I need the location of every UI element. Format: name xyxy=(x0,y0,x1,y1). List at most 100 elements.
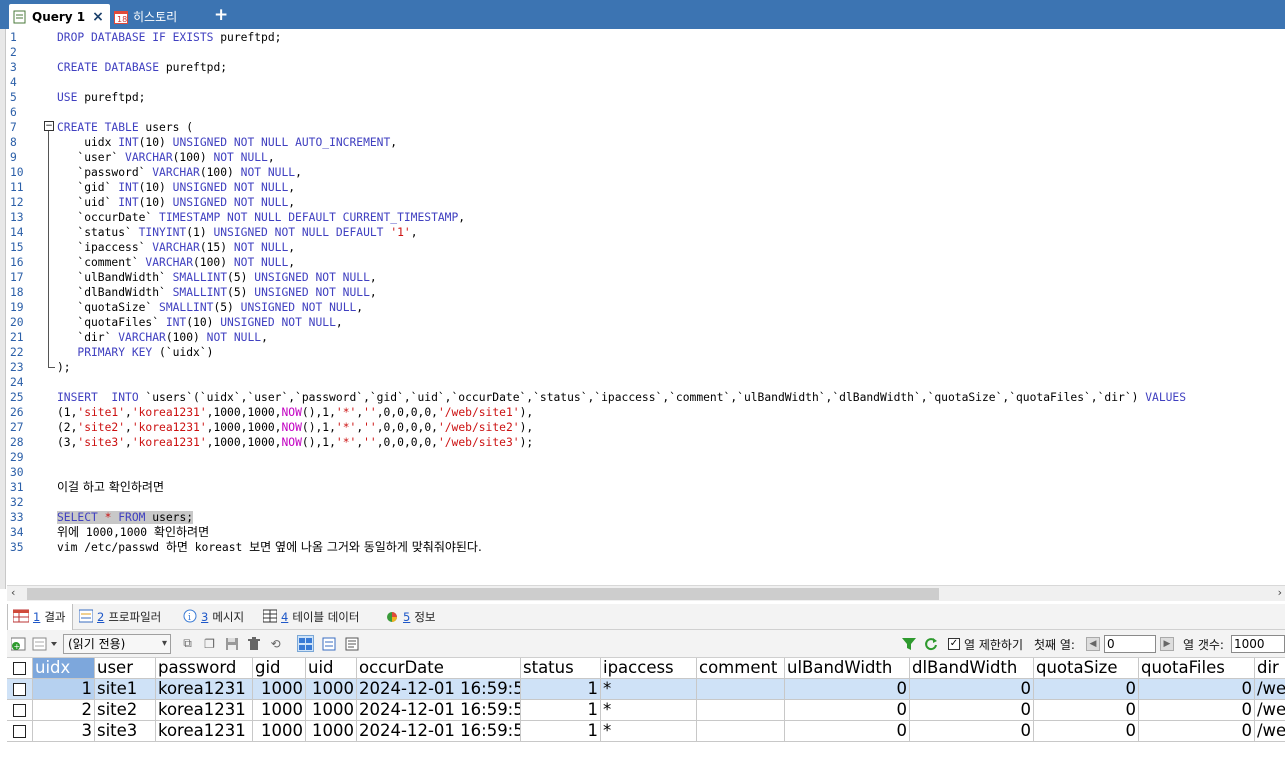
column-header-quotafiles[interactable]: quotaFiles xyxy=(1139,658,1255,679)
tab-info[interactable]: 5 정보 xyxy=(385,604,436,630)
tab-history[interactable]: 18 히스토리 xyxy=(112,4,202,29)
cell-uidx[interactable]: 3 xyxy=(33,721,95,742)
cell-status[interactable]: 1 xyxy=(521,679,601,700)
code-line[interactable]: 1 DROP DATABASE IF EXISTS pureftpd; xyxy=(7,30,1277,45)
cell-occurdate[interactable]: 2024-12-01 16:59:5 xyxy=(357,721,521,742)
cell-password[interactable]: korea1231 xyxy=(156,679,253,700)
column-header-dir[interactable]: dir xyxy=(1255,658,1285,679)
delete-icon[interactable] xyxy=(245,635,262,652)
code-line[interactable]: 26 (1,'site1','korea1231',1000,1000,NOW()… xyxy=(7,405,1277,420)
tab-messages[interactable]: i 3 메시지 xyxy=(183,604,244,630)
code-line[interactable]: 27 (2,'site2','korea1231',1000,1000,NOW()… xyxy=(7,420,1277,435)
scrollbar-thumb[interactable] xyxy=(27,588,939,600)
tab-query-1[interactable]: Query 1 × xyxy=(9,4,110,29)
code-line[interactable]: 13 `occurDate` TIMESTAMP NOT NULL DEFAUL… xyxy=(7,210,1277,225)
code-line[interactable]: 32 xyxy=(7,495,1277,510)
result-grid[interactable]: uidx user password gid uid occurDate status ipa… xyxy=(7,658,1285,781)
cell-password[interactable]: korea1231 xyxy=(156,700,253,721)
duplicate-row-icon[interactable]: ⧉ xyxy=(179,635,196,652)
cell-quotafiles[interactable]: 0 xyxy=(1139,721,1255,742)
table-row[interactable]: 2 site2 korea1231 1000 1000 2024-12-01 16:59:… xyxy=(7,700,1285,721)
sql-editor[interactable]: − 1 DROP DATABASE IF EXISTS pureftpd; 2 3 CR… xyxy=(7,29,1285,585)
cell-dlbandwidth[interactable]: 0 xyxy=(910,721,1034,742)
code-line[interactable]: 11 `gid` INT(10) UNSIGNED NOT NULL, xyxy=(7,180,1277,195)
text-view-icon[interactable] xyxy=(343,635,360,652)
code-line[interactable]: 4 xyxy=(7,75,1277,90)
code-line[interactable]: 30 xyxy=(7,465,1277,480)
refresh-table-icon[interactable]: ⟲ xyxy=(267,635,284,652)
row-checkbox[interactable] xyxy=(13,725,26,738)
limit-rows-checkbox[interactable]: ✓ xyxy=(948,638,960,650)
prev-page-icon[interactable]: ◀ xyxy=(1086,637,1100,651)
cell-status[interactable]: 1 xyxy=(521,721,601,742)
tab-table-data[interactable]: 4 테이블 데이터 xyxy=(262,604,359,630)
code-line[interactable]: 20 `quotaFiles` INT(10) UNSIGNED NOT NUL… xyxy=(7,315,1277,330)
add-row-icon[interactable]: + xyxy=(10,635,27,652)
row-checkbox[interactable] xyxy=(13,704,26,717)
cell-uidx[interactable]: 2 xyxy=(33,700,95,721)
column-header-occurdate[interactable]: occurDate xyxy=(357,658,521,679)
table-row[interactable]: 1 site1 korea1231 1000 1000 2024-12-01 16:59:… xyxy=(7,679,1285,700)
column-header-uid[interactable]: uid xyxy=(306,658,357,679)
column-header-status[interactable]: status xyxy=(521,658,601,679)
column-header-quotasize[interactable]: quotaSize xyxy=(1034,658,1139,679)
code-line[interactable]: 7 CREATE TABLE users ( xyxy=(7,120,1277,135)
cell-quotafiles[interactable]: 0 xyxy=(1139,700,1255,721)
cell-ipaccess[interactable]: * xyxy=(601,721,697,742)
close-icon[interactable]: × xyxy=(92,9,104,25)
column-header-uidx[interactable]: uidx xyxy=(33,658,95,679)
first-row-input[interactable]: 0 xyxy=(1104,635,1156,653)
grid-header-row[interactable]: uidx user password gid uid occurDate status ipa… xyxy=(7,658,1285,679)
cell-uid[interactable]: 1000 xyxy=(306,679,357,700)
column-header-dlbandwidth[interactable]: dlBandWidth xyxy=(910,658,1034,679)
cell-dlbandwidth[interactable]: 0 xyxy=(910,700,1034,721)
cell-ulbandwidth[interactable]: 0 xyxy=(785,721,910,742)
code-line[interactable]: 3 CREATE DATABASE pureftpd; xyxy=(7,60,1277,75)
code-line[interactable]: 24 xyxy=(7,375,1277,390)
read-only-mode-select[interactable]: (읽기 전용) ▾ xyxy=(63,634,171,654)
column-header-ulbandwidth[interactable]: ulBandWidth xyxy=(785,658,910,679)
row-checkbox-cell[interactable] xyxy=(7,700,33,721)
code-line[interactable]: 28 (3,'site3','korea1231',1000,1000,NOW()… xyxy=(7,435,1277,450)
cell-ipaccess[interactable]: * xyxy=(601,679,697,700)
scroll-left-icon[interactable]: ‹ xyxy=(11,586,15,599)
cell-uidx[interactable]: 1 xyxy=(33,679,95,700)
code-line[interactable]: 17 `ulBandWidth` SMALLINT(5) UNSIGNED NO… xyxy=(7,270,1277,285)
cell-gid[interactable]: 1000 xyxy=(253,679,306,700)
cell-ulbandwidth[interactable]: 0 xyxy=(785,679,910,700)
cell-gid[interactable]: 1000 xyxy=(253,721,306,742)
save-icon[interactable] xyxy=(223,635,240,652)
code-line[interactable]: 8 uidx INT(10) UNSIGNED NOT NULL AUTO_IN… xyxy=(7,135,1277,150)
cell-user[interactable]: site2 xyxy=(95,700,156,721)
cell-gid[interactable]: 1000 xyxy=(253,700,306,721)
editor-horizontal-scrollbar[interactable]: ‹ › xyxy=(7,585,1285,601)
code-line[interactable]: 10 `password` VARCHAR(100) NOT NULL, xyxy=(7,165,1277,180)
column-header-comment[interactable]: comment xyxy=(697,658,785,679)
cell-dlbandwidth[interactable]: 0 xyxy=(910,679,1034,700)
cell-comment[interactable] xyxy=(697,700,785,721)
cell-quotasize[interactable]: 0 xyxy=(1034,721,1139,742)
code-line[interactable]: 23); xyxy=(7,360,1277,375)
row-checkbox[interactable] xyxy=(13,683,26,696)
code-line[interactable]: 14 `status` TINYINT(1) UNSIGNED NOT NULL… xyxy=(7,225,1277,240)
next-page-icon[interactable]: ▶ xyxy=(1160,637,1174,651)
column-header-gid[interactable]: gid xyxy=(253,658,306,679)
cell-user[interactable]: site3 xyxy=(95,721,156,742)
code-line[interactable]: 33 SELECT * FROM users; xyxy=(7,510,1277,525)
row-count-input[interactable]: 1000 xyxy=(1231,635,1285,653)
code-line[interactable]: 35 vim /etc/passwd 하면 koreast 보면 옆에 나옴 그거… xyxy=(7,540,1277,555)
code-line[interactable]: 18 `dlBandWidth` SMALLINT(5) UNSIGNED NO… xyxy=(7,285,1277,300)
row-checkbox-cell[interactable] xyxy=(7,721,33,742)
cell-quotasize[interactable]: 0 xyxy=(1034,700,1139,721)
column-header-user[interactable]: user xyxy=(95,658,156,679)
new-tab-button[interactable]: + xyxy=(214,5,228,25)
code-line[interactable]: 16 `comment` VARCHAR(100) NOT NULL, xyxy=(7,255,1277,270)
cell-comment[interactable] xyxy=(697,679,785,700)
cell-password[interactable]: korea1231 xyxy=(156,721,253,742)
cell-quotafiles[interactable]: 0 xyxy=(1139,679,1255,700)
row-checkbox-cell[interactable] xyxy=(7,679,33,700)
cell-quotasize[interactable]: 0 xyxy=(1034,679,1139,700)
code-line[interactable]: 19 `quotaSize` SMALLINT(5) UNSIGNED NOT … xyxy=(7,300,1277,315)
cell-user[interactable]: site1 xyxy=(95,679,156,700)
export-dropdown-icon[interactable] xyxy=(32,635,60,652)
